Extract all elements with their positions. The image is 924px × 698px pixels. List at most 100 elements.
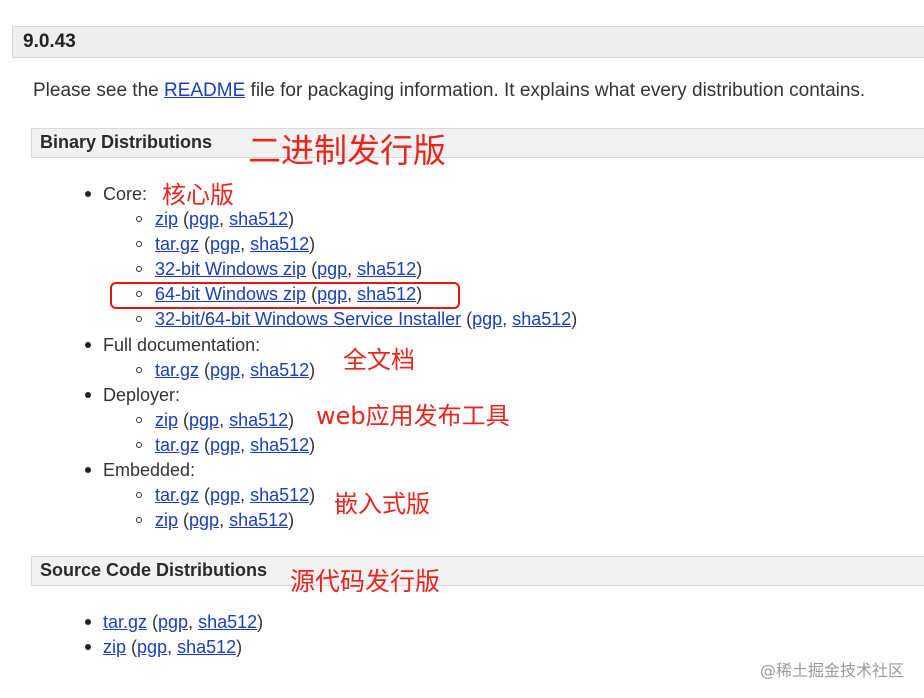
fulldoc-bullet [85,342,91,348]
source-targz-sha-link[interactable]: sha512 [198,612,257,632]
binary-distributions-bar: Binary Distributions [31,128,924,158]
embedded-item-zip: zip (pgp, sha512) [155,509,294,531]
core-zip-link[interactable]: zip [155,209,178,229]
source-annotation: 源代码发行版 [290,567,441,596]
fulldoc-label: Full documentation: [103,335,261,355]
deployer-zip-sha-link[interactable]: sha512 [229,410,288,430]
list-bullet [136,316,142,322]
fulldoc-targz-link[interactable]: tar.gz [155,360,199,380]
version-header-bar: 9.0.43 [12,26,924,58]
deployer-label: Deployer: [103,385,181,405]
embedded-label: Embedded: [103,460,196,480]
fulldoc-targz-pgp-link[interactable]: pgp [210,360,240,380]
core-win64-pgp-link[interactable]: pgp [317,284,347,304]
fulldoc-targz-sha-link[interactable]: sha512 [250,360,309,380]
source-distributions-bar: Source Code Distributions [31,556,924,586]
deployer-bullet [85,392,91,398]
list-bullet [136,216,142,222]
comma: , [502,309,513,329]
intro-before: Please see the [33,80,164,101]
core-installer-link[interactable]: 32-bit/64-bit Windows Service Installer [155,309,461,329]
embedded-zip-pgp-link[interactable]: pgp [189,510,219,530]
deployer-zip-link[interactable]: zip [155,410,178,430]
source-item-zip: zip (pgp, sha512) [103,636,242,658]
comma: , [167,637,178,657]
core-win32-pgp-link[interactable]: pgp [317,259,347,279]
fulldoc-annotation: 全文档 [343,346,415,374]
binary-distributions-title: Binary Distributions [40,132,213,152]
paren-open: ( [199,360,211,380]
list-bullet [136,266,142,272]
deployer-zip-pgp-link[interactable]: pgp [189,410,219,430]
binary-annotation: 二进制发行版 [248,131,446,170]
deployer-item-zip: zip (pgp, sha512) [155,409,294,431]
embedded-targz-pgp-link[interactable]: pgp [210,485,240,505]
intro-after: file for packaging information. It expla… [245,80,866,101]
deployer-annotation: web应用发布工具 [316,402,510,430]
list-bullet [136,291,142,297]
comma: , [219,209,230,229]
deployer-targz-sha-link[interactable]: sha512 [250,435,309,455]
paren-open: ( [178,209,190,229]
paren-close: ) [288,510,295,530]
source-targz-pgp-link[interactable]: pgp [158,612,188,632]
source-item-targz: tar.gz (pgp, sha512) [103,611,263,633]
source-zip-sha-link[interactable]: sha512 [177,637,236,657]
source-zip-link[interactable]: zip [103,637,126,657]
paren-close: ) [257,612,264,632]
core-annotation: 核心版 [162,181,234,209]
paren-open: ( [178,510,190,530]
core-installer-pgp-link[interactable]: pgp [472,309,502,329]
paren-close: ) [309,360,316,380]
core-win64-link[interactable]: 64-bit Windows zip [155,284,306,304]
core-item-win64: 64-bit Windows zip (pgp, sha512) [155,283,422,305]
fulldoc-item-targz: tar.gz (pgp, sha512) [155,359,315,381]
embedded-annotation: 嵌入式版 [334,490,430,518]
core-item-targz: tar.gz (pgp, sha512) [155,233,315,255]
core-zip-pgp-link[interactable]: pgp [189,209,219,229]
paren-open: ( [199,485,211,505]
core-targz-pgp-link[interactable]: pgp [210,234,240,254]
comma: , [240,435,251,455]
readme-link[interactable]: README [164,80,245,101]
core-win32-sha-link[interactable]: sha512 [357,259,416,279]
list-bullet [136,417,142,423]
watermark: @稀土掘金技术社区 [759,661,904,680]
paren-close: ) [288,209,295,229]
paren-open: ( [178,410,190,430]
embedded-targz-link[interactable]: tar.gz [155,485,199,505]
embedded-zip-sha-link[interactable]: sha512 [229,510,288,530]
core-zip-sha-link[interactable]: sha512 [229,209,288,229]
comma: , [240,485,251,505]
core-installer-sha-link[interactable]: sha512 [512,309,571,329]
source-zip-pgp-link[interactable]: pgp [137,637,167,657]
comma: , [188,612,199,632]
comma: , [347,259,358,279]
core-label: Core: [103,184,148,204]
core-targz-sha-link[interactable]: sha512 [250,234,309,254]
core-targz-link[interactable]: tar.gz [155,234,199,254]
embedded-bullet [85,467,91,473]
core-bullet [85,191,91,197]
comma: , [347,284,358,304]
core-win32-link[interactable]: 32-bit Windows zip [155,259,306,279]
deployer-targz-pgp-link[interactable]: pgp [210,435,240,455]
paren-close: ) [309,234,316,254]
embedded-targz-sha-link[interactable]: sha512 [250,485,309,505]
deployer-item-targz: tar.gz (pgp, sha512) [155,434,315,456]
version-title: 9.0.43 [23,31,76,52]
paren-close: ) [416,284,423,304]
paren-close: ) [309,435,316,455]
list-bullet [136,492,142,498]
list-bullet [136,517,142,523]
source-bullet [85,619,91,625]
source-targz-link[interactable]: tar.gz [103,612,147,632]
paren-open: ( [126,637,138,657]
paren-close: ) [571,309,578,329]
deployer-targz-link[interactable]: tar.gz [155,435,199,455]
comma: , [219,510,230,530]
core-win64-sha-link[interactable]: sha512 [357,284,416,304]
list-bullet [136,241,142,247]
embedded-zip-link[interactable]: zip [155,510,178,530]
source-bullet [85,644,91,650]
